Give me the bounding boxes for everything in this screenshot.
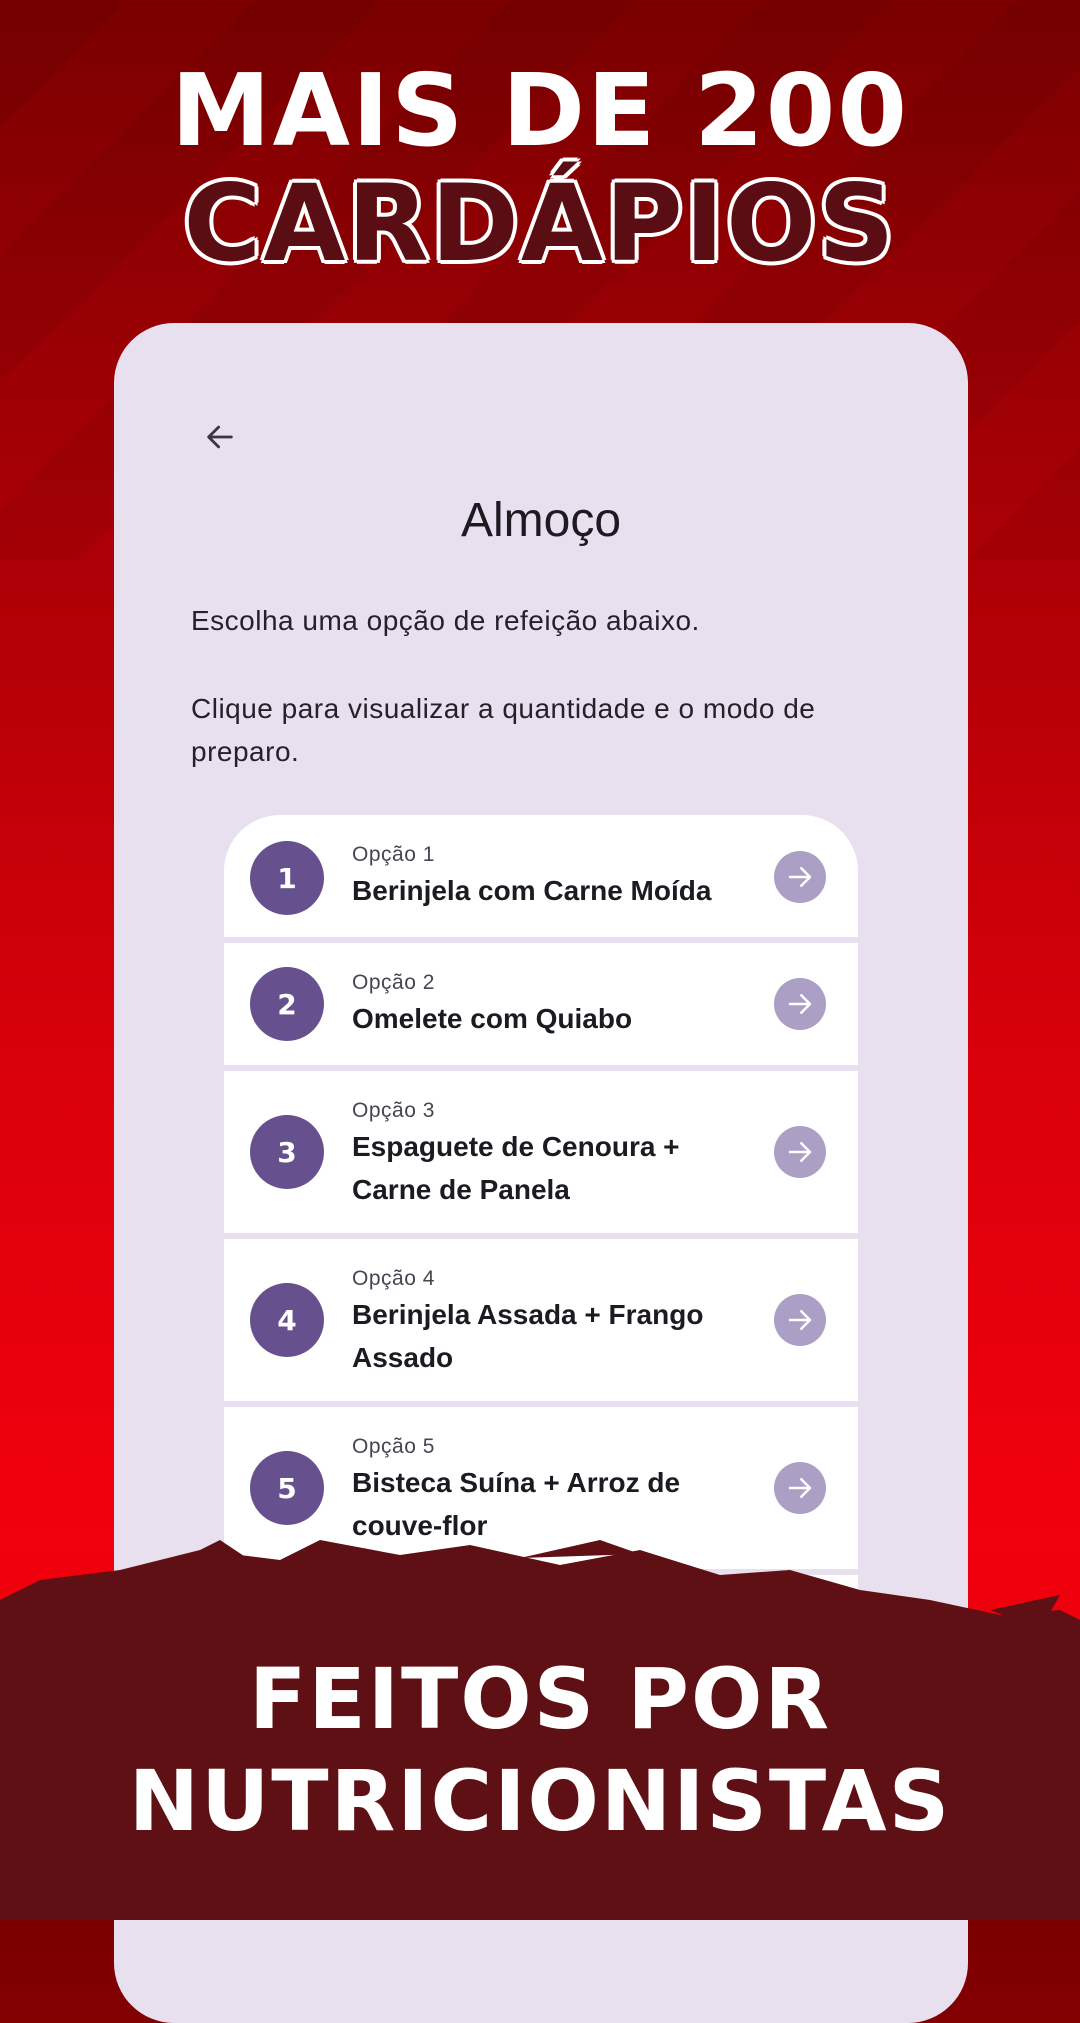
back-button[interactable] — [192, 409, 248, 465]
option-name: Berinjela com Carne Moída — [352, 875, 712, 906]
promo-footer-line1: FEITOS POR — [248, 1650, 832, 1748]
promo-headline-line2: CARDÁPIOS — [183, 162, 897, 285]
instruction-text-2: Clique para visualizar a quantidade e o … — [191, 693, 816, 767]
arrow-right-icon — [788, 1478, 812, 1498]
instruction-text-1: Escolha uma opção de refeição abaixo. — [191, 605, 700, 636]
arrow-left-icon — [207, 425, 233, 449]
page-title: Almoço — [460, 494, 622, 547]
meal-option-4[interactable]: 4 Opção 4 Berinjela Assada + Frango Assa… — [224, 1239, 858, 1401]
meal-option-2[interactable]: 2 Opção 2 Omelete com Quiabo — [224, 943, 858, 1065]
promo-headline-line1: MAIS DE 200 — [171, 52, 909, 169]
open-option-button[interactable] — [774, 1126, 826, 1178]
arrow-right-icon — [788, 867, 812, 887]
arrow-right-icon — [788, 994, 812, 1014]
option-label: Opção 4 — [352, 1267, 435, 1290]
option-number-badge: 3 — [250, 1115, 324, 1189]
promo-footer-line2: NUTRICIONISTAS — [128, 1752, 952, 1850]
option-name: Bisteca Suína + Arroz de couve-flor — [352, 1467, 681, 1541]
option-name: Omelete com Quiabo — [352, 1003, 633, 1034]
option-label: Opção 1 — [352, 843, 435, 866]
option-number-badge: 1 — [250, 841, 324, 915]
meal-option-1[interactable]: 1 Opção 1 Berinjela com Carne Moída — [224, 815, 858, 937]
meal-option-3[interactable]: 3 Opção 3 Espaguete de Cenoura + Carne d… — [224, 1071, 858, 1233]
option-label: Opção 2 — [352, 971, 435, 994]
option-name: Espaguete de Cenoura + Carne de Panela — [352, 1131, 680, 1205]
open-option-button[interactable] — [774, 978, 826, 1030]
option-label: Opção 5 — [352, 1435, 435, 1458]
option-name: Berinjela Assada + Frango Assado — [352, 1299, 704, 1373]
arrow-right-icon — [788, 1142, 812, 1162]
open-option-button[interactable] — [774, 851, 826, 903]
open-option-button[interactable] — [774, 1294, 826, 1346]
option-number-badge: 4 — [250, 1283, 324, 1357]
open-option-button[interactable] — [774, 1462, 826, 1514]
option-number-badge: 2 — [250, 967, 324, 1041]
option-label: Opção 3 — [352, 1099, 435, 1122]
option-number-badge: 5 — [250, 1451, 324, 1525]
arrow-right-icon — [788, 1310, 812, 1330]
